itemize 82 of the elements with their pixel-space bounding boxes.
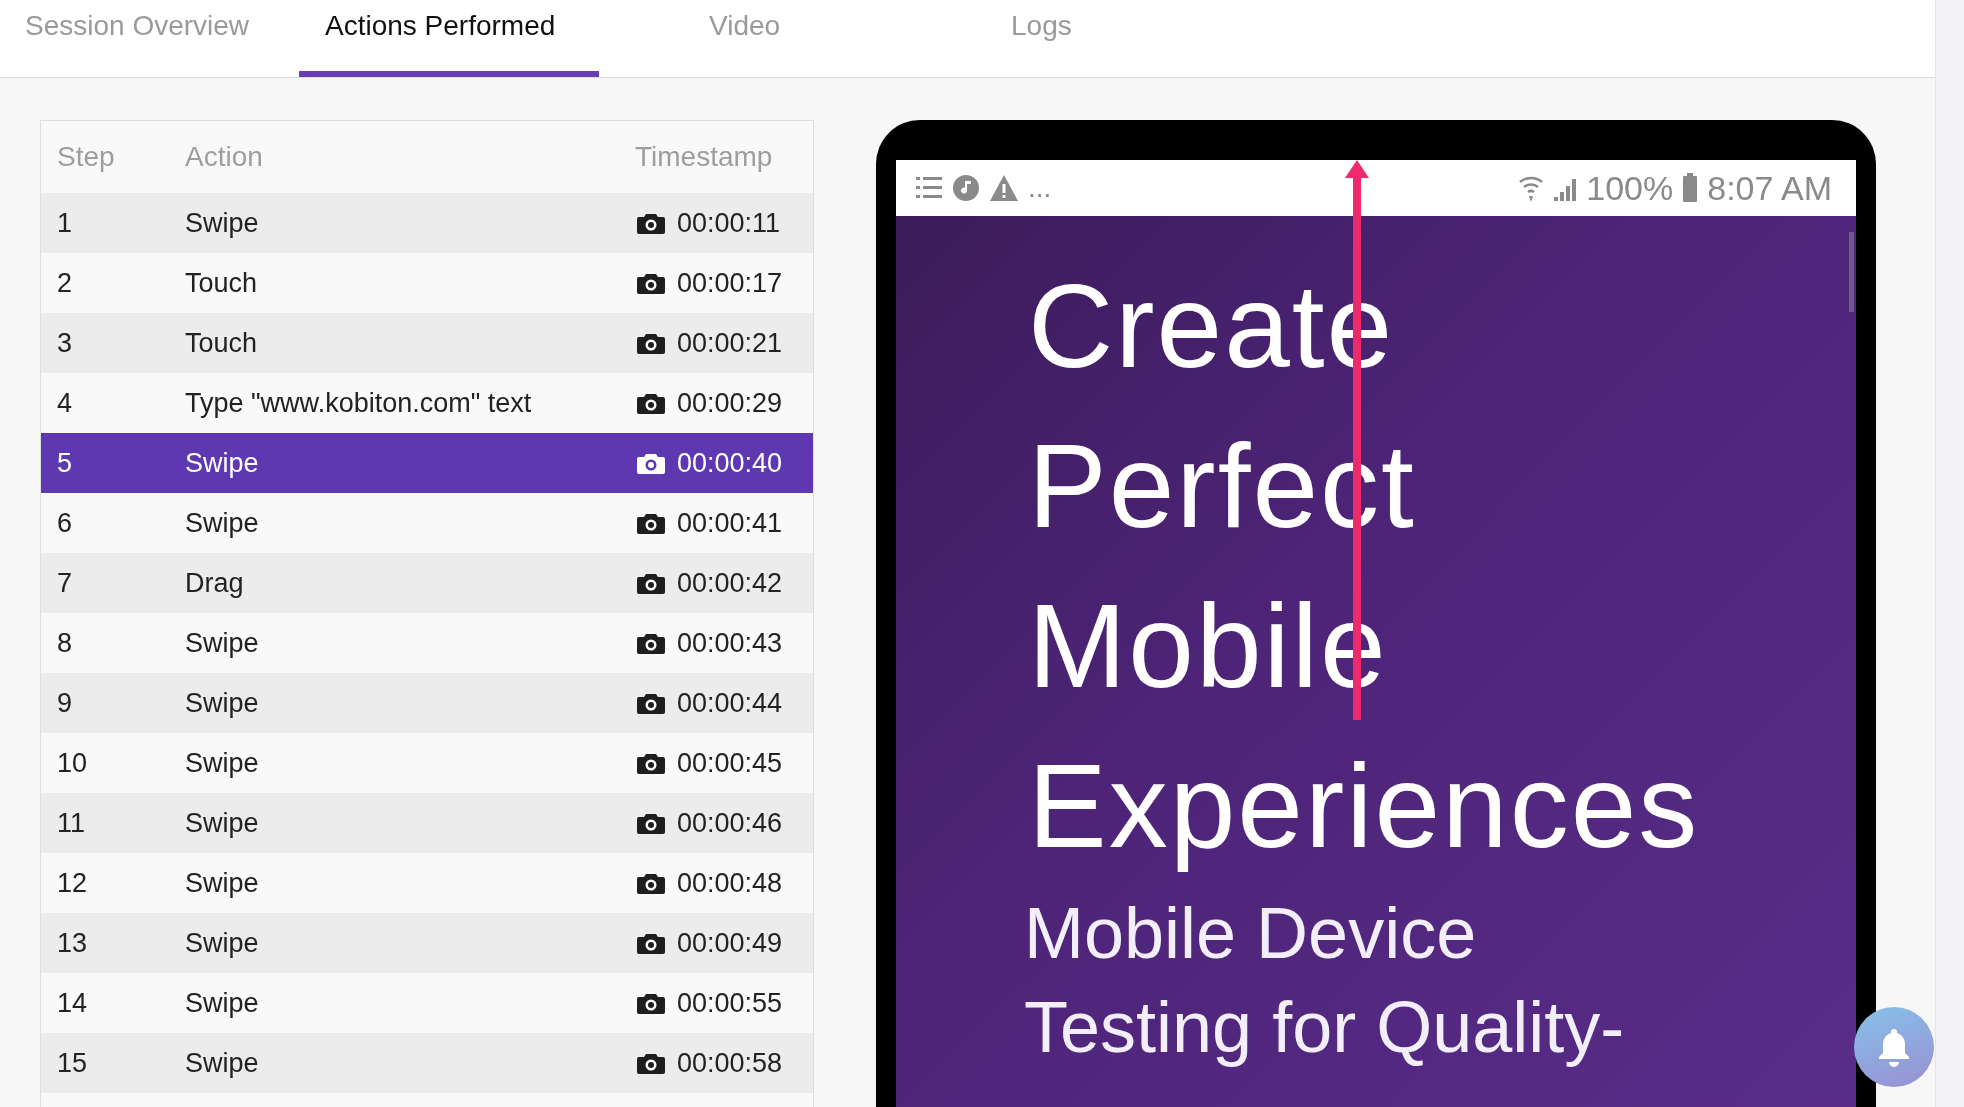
camera-icon <box>637 271 665 295</box>
step-cell-text: 14 <box>56 987 89 1019</box>
camera-icon <box>637 691 665 715</box>
column-header: Action <box>185 141 264 173</box>
step-cell-text: 12 <box>56 867 89 899</box>
action-cell-text: Swipe <box>185 507 260 539</box>
camera-icon <box>637 991 665 1015</box>
timestamp-cell: 00:00:11 <box>677 207 781 239</box>
timestamp-cell: 00:00:44 <box>677 687 783 719</box>
step-cell-text: 2 <box>56 267 74 299</box>
action-cell-text: Touch <box>185 327 259 359</box>
battery-percent-text: 100% <box>1586 168 1674 208</box>
column-header: Timestamp <box>635 141 774 173</box>
table-row[interactable]: 3 Touch 00:00:21 <box>41 313 813 373</box>
timestamp-cell: 00:00:41 <box>677 507 783 539</box>
subheading-text: Testing for Quality- <box>1024 986 1625 1069</box>
timestamp-cell: 00:00:48 <box>677 867 783 899</box>
action-cell-text: Swipe <box>185 1047 260 1079</box>
camera-icon <box>637 571 665 595</box>
timestamp-cell: 00:00:49 <box>677 927 783 959</box>
action-cell-text: Swipe <box>185 987 260 1019</box>
action-cell-text: Swipe <box>185 807 260 839</box>
table-row[interactable]: 11 Swipe 00:00:46 <box>41 793 813 853</box>
table-row[interactable]: 5 Swipe 00:00:40 <box>41 433 813 493</box>
table-row[interactable]: 13 Swipe 00:00:49 <box>41 913 813 973</box>
camera-icon <box>637 511 665 535</box>
step-cell-text: 5 <box>56 447 74 479</box>
clock-text: 8:07 AM <box>1707 168 1832 208</box>
camera-icon <box>637 811 665 835</box>
action-cell-text: Drag <box>185 567 245 599</box>
timestamp-cell: 00:00:40 <box>677 447 783 479</box>
action-cell-text: Touch <box>185 267 259 299</box>
warning-icon <box>990 173 1018 203</box>
timestamp-cell: 00:00:43 <box>677 627 783 659</box>
bell-icon <box>1876 1027 1912 1067</box>
camera-icon <box>637 211 665 235</box>
action-cell-text: Swipe <box>185 867 260 899</box>
camera-icon <box>637 451 665 475</box>
camera-icon <box>637 871 665 895</box>
step-cell-text: 6 <box>56 507 74 539</box>
camera-icon <box>637 931 665 955</box>
tab[interactable]: Actions Performed <box>299 0 599 77</box>
action-cell-text: Swipe <box>185 627 260 659</box>
more-notifications-text: ... <box>1028 172 1052 204</box>
timestamp-cell: 00:00:17 <box>677 267 783 299</box>
step-cell-text: 9 <box>56 687 74 719</box>
timestamp-cell: 00:00:45 <box>677 747 783 779</box>
timestamp-cell: 00:00:29 <box>677 387 783 419</box>
camera-icon <box>637 631 665 655</box>
action-cell-text: Swipe <box>185 747 260 779</box>
camera-icon <box>637 1051 665 1075</box>
step-cell-text: 13 <box>56 927 89 959</box>
camera-icon <box>637 751 665 775</box>
step-cell-text: 7 <box>56 567 74 599</box>
timestamp-cell: 00:00:42 <box>677 567 783 599</box>
timestamp-cell: 00:00:58 <box>677 1047 783 1079</box>
table-row[interactable]: 15 Swipe 00:00:58 <box>41 1033 813 1093</box>
camera-icon <box>637 391 665 415</box>
column-header: Step <box>56 141 116 173</box>
camera-icon <box>637 331 665 355</box>
table-row[interactable]: 1 Swipe 00:00:11 <box>41 193 813 253</box>
subheading-text: Mobile Device <box>1024 892 1477 975</box>
headline-text: Experiences <box>1028 739 1700 874</box>
step-cell-text: 15 <box>56 1047 89 1079</box>
timestamp-cell: 00:00:21 <box>677 327 783 359</box>
table-row[interactable]: 7 Drag 00:00:42 <box>41 553 813 613</box>
timestamp-cell: 00:00:55 <box>677 987 783 1019</box>
action-cell-text: Swipe <box>185 687 260 719</box>
music-note-icon <box>952 173 980 203</box>
action-cell-text: Swipe <box>185 207 260 239</box>
timestamp-cell: 00:00:46 <box>677 807 783 839</box>
battery-icon <box>1683 173 1698 203</box>
action-cell-text: Swipe <box>185 927 260 959</box>
step-cell-text: 10 <box>56 747 89 779</box>
table-row[interactable]: 9 Swipe 00:00:44 <box>41 673 813 733</box>
step-cell-text: 8 <box>56 627 74 659</box>
action-cell-text: Swipe <box>185 447 260 479</box>
action-cell-text: Type "www.kobiton.com" text <box>185 387 533 419</box>
step-cell-text: 1 <box>56 207 74 239</box>
step-cell-text: 3 <box>56 327 74 359</box>
step-cell-text: 4 <box>56 387 74 419</box>
step-cell-text: 11 <box>56 807 87 839</box>
